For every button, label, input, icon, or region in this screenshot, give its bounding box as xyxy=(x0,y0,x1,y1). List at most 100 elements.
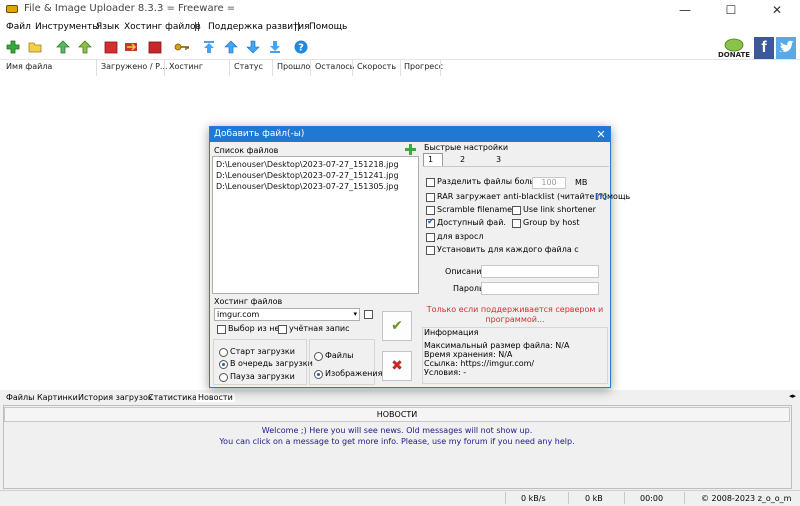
donate-button[interactable]: DONATE xyxy=(718,37,750,59)
move-up-icon[interactable] xyxy=(224,40,238,54)
rar-checkbox[interactable] xyxy=(426,193,435,202)
group-by-host-checkbox[interactable] xyxy=(512,219,521,228)
info-label: Информация xyxy=(424,328,479,337)
move-bottom-icon[interactable] xyxy=(268,40,282,54)
status-divider xyxy=(684,492,685,504)
tab-files[interactable]: Файлы xyxy=(6,393,34,402)
tab-images[interactable]: Картинки xyxy=(37,393,78,402)
adult-checkbox[interactable] xyxy=(426,233,435,242)
description-input[interactable] xyxy=(481,265,599,278)
tab-quick-3[interactable]: 3 xyxy=(496,155,501,164)
tab-quick-1[interactable]: 1 xyxy=(423,153,443,166)
tabs-scroll-arrows[interactable]: ◂▸ xyxy=(789,392,796,400)
hosting-select[interactable]: imgur.com ▾ xyxy=(214,308,360,321)
news-message[interactable]: Welcome ;) Here you will see news. Old m… xyxy=(4,426,790,435)
menu-separator: || xyxy=(194,22,201,32)
info-terms: Условия: - xyxy=(424,368,467,377)
add-file-icon[interactable] xyxy=(6,40,20,54)
upload-up-icon[interactable] xyxy=(56,40,70,54)
column-divider xyxy=(400,60,401,76)
close-button[interactable]: ✕ xyxy=(754,0,800,20)
column-progress[interactable]: Прогресс xyxy=(404,62,443,71)
tab-news[interactable]: Новости xyxy=(196,393,235,402)
file-list[interactable]: D:\Lenouser\Desktop\2023-07-27_151218.jp… xyxy=(212,156,419,294)
info-max-size: Максимальный размер файла: N/A xyxy=(424,341,570,350)
menu-language[interactable]: Язык xyxy=(96,22,120,32)
column-hosting[interactable]: Хостинг xyxy=(169,62,203,71)
tab-upload-history[interactable]: История загрузок xyxy=(78,393,153,402)
tab-quick-2[interactable]: 2 xyxy=(460,155,465,164)
choose-from-list-label: Выбор из нес xyxy=(228,324,284,333)
per-file-label: Установить для каждого файла с xyxy=(437,245,579,254)
account-label: учётная запис xyxy=(289,324,350,333)
column-divider xyxy=(96,60,97,76)
pause-label: Пауза загрузки xyxy=(230,372,295,381)
status-bar: 0 kB/s 0 kB 00:00 © 2008-2023 z_o_o_m xyxy=(0,490,800,506)
menu-help[interactable]: Помощь xyxy=(309,22,347,32)
column-remaining[interactable]: Осталось xyxy=(315,62,354,71)
key-icon[interactable] xyxy=(174,40,189,54)
images-radio[interactable] xyxy=(314,370,323,379)
chevron-down-icon: ▾ xyxy=(353,310,357,318)
column-speed[interactable]: Скорость xyxy=(357,62,396,71)
facebook-icon[interactable]: f xyxy=(754,37,774,59)
delete-icon[interactable] xyxy=(148,40,162,54)
scramble-label: Scramble filename xyxy=(437,205,513,214)
move-down-icon[interactable] xyxy=(246,40,260,54)
split-size-input[interactable]: 100 xyxy=(532,177,566,189)
files-radio[interactable] xyxy=(314,352,323,361)
tab-divider xyxy=(423,166,609,167)
public-file-label: Доступный фай. xyxy=(437,218,506,227)
column-elapsed[interactable]: Прошло xyxy=(277,62,310,71)
confirm-button[interactable]: ✔ xyxy=(382,311,412,341)
upload-arrow-icon[interactable] xyxy=(78,40,92,54)
dialog-close-button[interactable]: ✕ xyxy=(594,127,608,142)
stop-icon[interactable] xyxy=(104,40,118,54)
per-file-checkbox[interactable] xyxy=(426,246,435,255)
menu-file[interactable]: Файл xyxy=(6,22,31,32)
hosting-extra-checkbox[interactable] xyxy=(364,310,373,319)
minimize-button[interactable]: — xyxy=(662,0,708,20)
queue-radio[interactable] xyxy=(219,360,228,369)
scramble-checkbox[interactable] xyxy=(426,206,435,215)
move-top-icon[interactable] xyxy=(202,40,216,54)
add-folder-icon[interactable] xyxy=(28,40,42,54)
column-divider xyxy=(310,60,311,76)
cancel-button[interactable]: ✖ xyxy=(382,351,412,381)
group-by-host-label: Group by host xyxy=(523,218,580,227)
tab-quick-1-label: 1 xyxy=(428,155,434,164)
column-status[interactable]: Статус xyxy=(234,62,263,71)
column-uploaded[interactable]: Загружено / Р... xyxy=(101,62,168,71)
news-header[interactable]: НОВОСТИ xyxy=(4,407,790,422)
window-title: File & Image Uploader 8.3.3 = Freeware = xyxy=(24,3,236,14)
svg-text:?: ? xyxy=(298,43,304,54)
info-link: Ссылка: https://imgur.com/ xyxy=(424,359,535,368)
add-file-icon[interactable] xyxy=(405,144,416,155)
tab-statistics[interactable]: Статистика xyxy=(148,393,197,402)
account-checkbox[interactable] xyxy=(278,325,287,334)
queue-label: В очередь загрузки xyxy=(230,359,313,368)
choose-from-list-checkbox[interactable] xyxy=(217,325,226,334)
file-list-label: Список файлов xyxy=(214,146,279,155)
rar-help-link[interactable]: [?] xyxy=(595,192,607,201)
status-time: 00:00 xyxy=(640,494,664,503)
password-input[interactable] xyxy=(481,282,599,295)
twitter-icon[interactable] xyxy=(776,37,796,59)
start-upload-radio[interactable] xyxy=(219,348,228,357)
split-unit-label: MB xyxy=(575,178,588,187)
public-file-checkbox[interactable] xyxy=(426,217,435,228)
menu-file-hosting[interactable]: Хостинг файлов xyxy=(124,22,201,32)
move-icon[interactable] xyxy=(124,40,138,54)
help-icon[interactable]: ? xyxy=(294,40,308,54)
column-filename[interactable]: Имя файла xyxy=(6,62,52,71)
link-shortener-checkbox[interactable] xyxy=(512,206,521,215)
list-item[interactable]: D:\Lenouser\Desktop\2023-07-27_151241.jp… xyxy=(216,171,399,180)
pause-radio[interactable] xyxy=(219,373,228,382)
menu-tools[interactable]: Инструменты xyxy=(35,22,99,32)
split-files-checkbox[interactable] xyxy=(426,178,435,187)
title-bar: File & Image Uploader 8.3.3 = Freeware =… xyxy=(0,0,800,20)
list-item[interactable]: D:\Lenouser\Desktop\2023-07-27_151305.jp… xyxy=(216,182,399,191)
news-message[interactable]: You can click on a message to get more i… xyxy=(4,437,790,446)
maximize-button[interactable]: ☐ xyxy=(708,0,754,20)
list-item[interactable]: D:\Lenouser\Desktop\2023-07-27_151218.jp… xyxy=(216,160,399,169)
